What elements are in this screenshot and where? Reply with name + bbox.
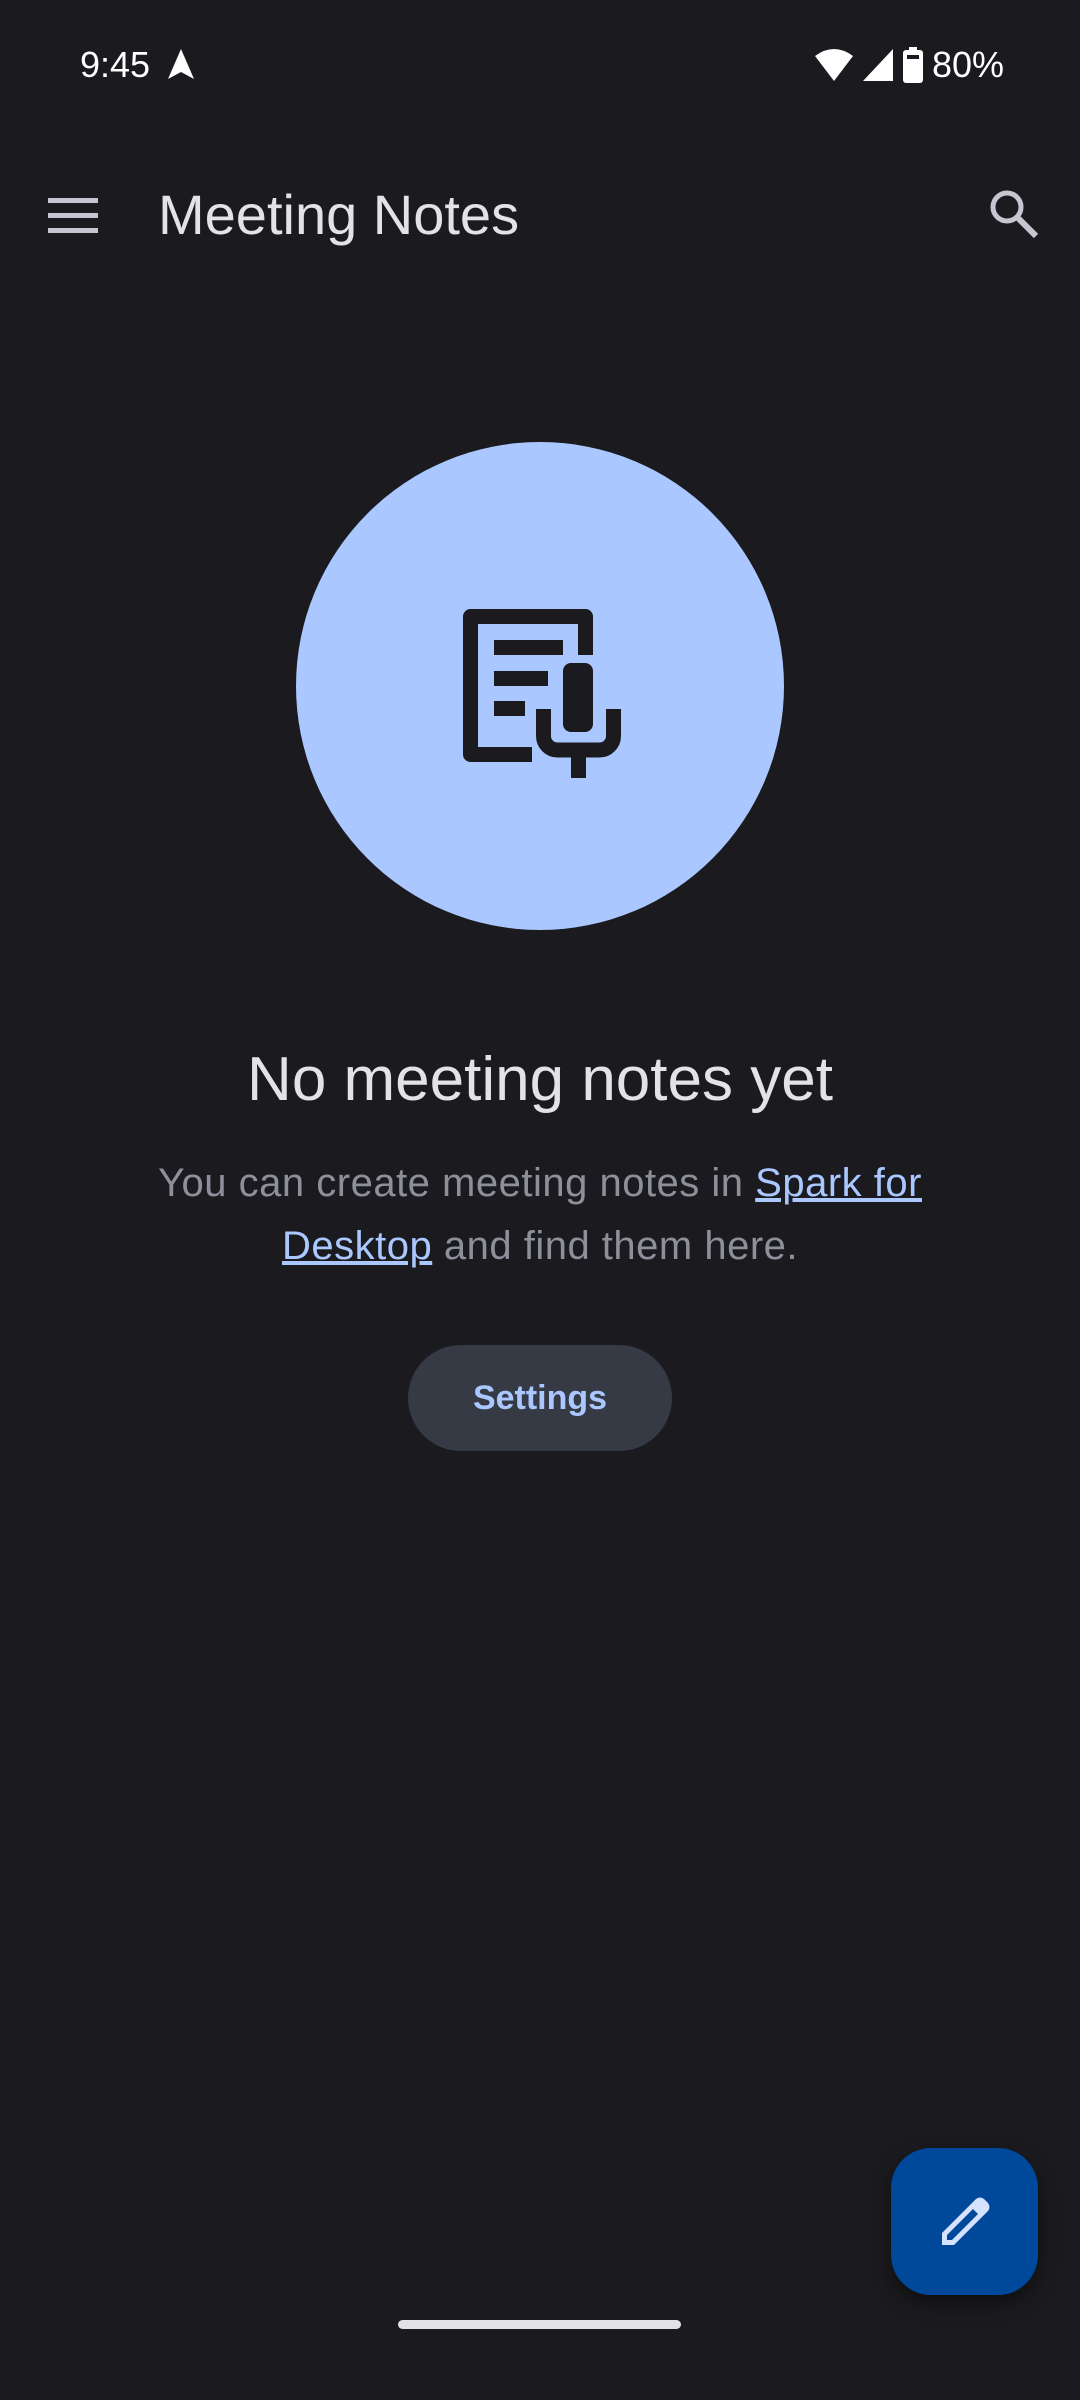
home-indicator[interactable] [398,2320,681,2329]
compose-fab[interactable] [891,2148,1038,2295]
meeting-notes-mic-icon [463,609,621,778]
cellular-signal-icon [862,49,893,81]
hamburger-menu-icon [48,198,98,233]
menu-button[interactable] [36,185,110,245]
wifi-icon [814,49,853,81]
status-time: 9:45 [80,44,196,86]
pencil-icon [941,2197,989,2245]
page-title: Meeting Notes [158,183,520,246]
search-button[interactable] [984,184,1044,244]
empty-state-description: You can create meeting notes in Spark fo… [158,1161,922,1268]
settings-button[interactable]: Settings [408,1345,672,1451]
navigation-arrow-icon [168,49,195,79]
battery-icon [902,47,923,83]
empty-state-heading: No meeting notes yet [247,1045,833,1114]
search-icon [990,190,1039,239]
battery-percent: 80% [931,44,1004,85]
status-icons: 80% [814,44,1004,86]
